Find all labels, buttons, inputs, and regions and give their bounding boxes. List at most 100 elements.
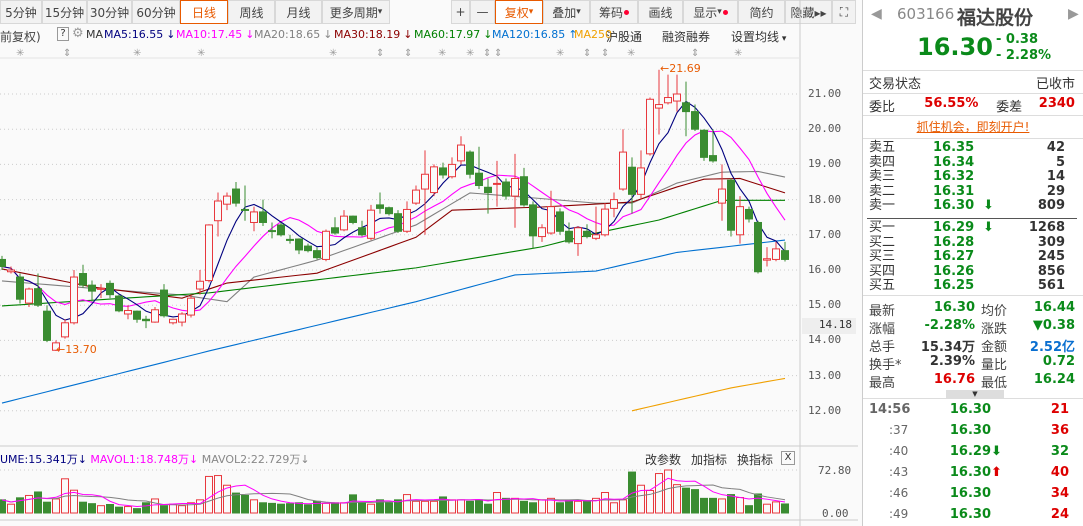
candle: [457, 136, 465, 165]
arrow-down-icon: ↓: [77, 453, 87, 466]
volume-bar: [745, 505, 753, 514]
order-book-row: 卖三 16.32 14: [869, 170, 1075, 184]
change-params-button[interactable]: 改参数: [645, 451, 681, 468]
level-label: 卖五: [869, 140, 896, 155]
volume-bar: [385, 502, 393, 514]
open-account-link[interactable]: 抓住机会，即刻开户!: [863, 118, 1083, 135]
price-tick-label: 12.00: [808, 403, 842, 417]
candle: [421, 150, 429, 235]
level-volume: 809: [1037, 198, 1065, 213]
ma30-line: [1, 177, 786, 299]
volume-bar: [448, 499, 456, 514]
tick-volume: 24: [1050, 507, 1069, 522]
candle: [61, 319, 69, 339]
wc-value: 2340: [1038, 96, 1075, 111]
stat-row: 最新 16.30 均价 16.44: [869, 300, 1075, 319]
volume-bar: [718, 498, 726, 514]
volume-bar: [340, 502, 348, 514]
volume-bar: [673, 484, 681, 514]
candle: [385, 206, 393, 216]
volume-bar: [619, 499, 627, 514]
volume-bar: [655, 473, 663, 514]
level-price: 16.30: [933, 198, 975, 213]
level-price: 16.31: [933, 183, 975, 199]
stat-label: 量比: [981, 358, 1008, 373]
volume-bar: [637, 484, 645, 514]
level-label: 卖一: [869, 198, 896, 213]
volume-bar: [736, 497, 744, 514]
candle: [610, 192, 618, 218]
candle: [349, 215, 357, 225]
tick-time: 14:56: [869, 402, 911, 417]
tick-volume: 34: [1050, 486, 1069, 501]
volume-bar: [349, 494, 357, 514]
volume-bar: [664, 469, 672, 514]
order-book-row: 卖二 16.31 29: [869, 183, 1075, 199]
candle: [16, 273, 24, 304]
candle: [583, 224, 591, 239]
volume-bar: [601, 492, 609, 514]
close-icon[interactable]: X: [781, 451, 796, 465]
tick-row: :49 16.30 24: [869, 507, 1075, 522]
tick-arrow-icon: [991, 402, 1011, 417]
volume-bar: [241, 494, 249, 514]
volume-bar: [772, 501, 780, 514]
candle: [511, 153, 519, 228]
level-label: 卖二: [869, 183, 896, 199]
stat-value: 16.76: [933, 372, 975, 387]
arrow-down-icon: [983, 265, 1003, 279]
volume-bar: [709, 497, 717, 514]
volume-bar: [205, 475, 213, 514]
candle: [628, 157, 636, 214]
candle: [412, 185, 420, 205]
candle: [160, 284, 168, 318]
stat-row: 涨幅 -2.28% 涨跌 ▼0.38: [869, 318, 1075, 337]
collapse-handle[interactable]: ▼: [946, 390, 1004, 398]
ma20-line: [1, 170, 786, 303]
volume-bar: [493, 492, 501, 514]
ma120-line: [1, 239, 786, 404]
volume-bar: [151, 498, 159, 514]
candle: [169, 318, 177, 325]
level-volume: 1268: [1028, 220, 1065, 235]
next-stock-icon[interactable]: ▶: [1068, 6, 1079, 22]
volume-bar: [475, 499, 483, 514]
level-price: 16.29: [933, 220, 975, 235]
tick-price: 16.30: [949, 507, 991, 522]
volume-bar: [70, 489, 78, 514]
candle: [709, 129, 717, 163]
volume-bar: [574, 500, 582, 514]
add-indicator-button[interactable]: 加指标: [691, 451, 727, 468]
prev-stock-icon[interactable]: ◀: [871, 6, 882, 22]
candle: [142, 315, 150, 329]
stat-label: 涨跌: [981, 322, 1008, 337]
candle: [619, 129, 627, 191]
stat-value: 16.44: [1033, 300, 1075, 315]
candle: [781, 241, 789, 262]
volume-bar: [457, 499, 465, 514]
candle: [88, 280, 96, 302]
ma10-line: [1, 130, 786, 312]
price-tick-label: 15.00: [808, 298, 842, 312]
low-value: 13.70: [65, 343, 97, 356]
volume-bar: [421, 500, 429, 514]
candle: [736, 196, 744, 244]
volume-bar: [700, 497, 708, 514]
candle: [574, 226, 582, 256]
volume-bar: [124, 506, 132, 514]
low-annotation: ←13.70: [56, 343, 97, 356]
order-book-row: 卖四 16.34 5: [869, 155, 1075, 170]
volume-bar: [484, 503, 492, 514]
price-tick-label: 18.00: [808, 192, 842, 206]
candle: [151, 306, 159, 323]
volume-bar: [214, 475, 222, 514]
candle: [277, 222, 285, 237]
kline-chart[interactable]: [0, 0, 858, 526]
switch-indicator-button[interactable]: 换指标: [737, 451, 773, 468]
tick-arrow-icon: [991, 507, 1011, 522]
volume-bar: [277, 503, 285, 514]
candle: [637, 150, 645, 200]
order-book-row: 买五 16.25 561: [869, 279, 1075, 293]
candle: [70, 270, 78, 325]
tick-price: 16.29: [949, 444, 991, 459]
